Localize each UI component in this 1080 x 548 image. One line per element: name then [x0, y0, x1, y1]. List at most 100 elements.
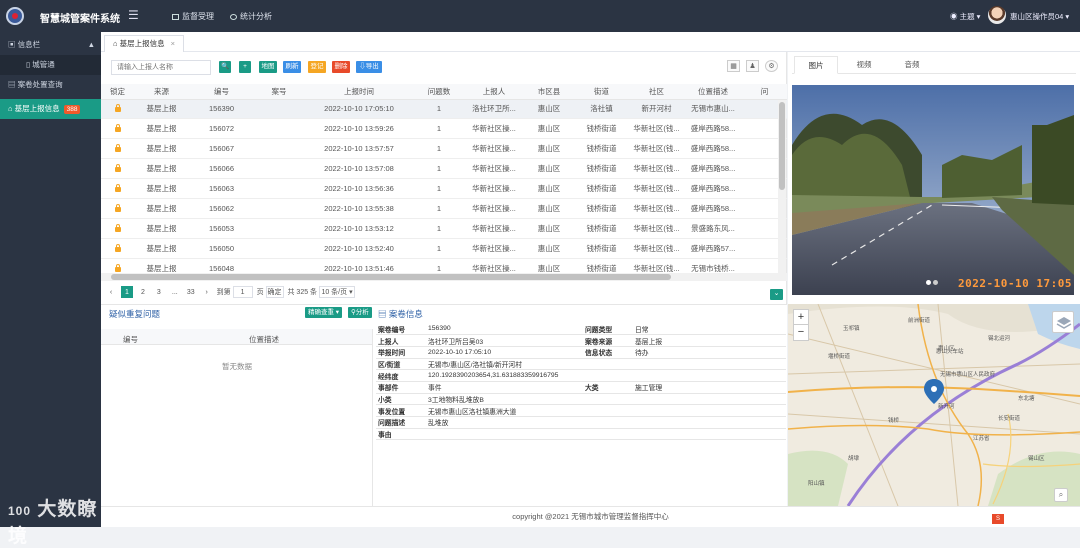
tab-image[interactable]: 图片 — [794, 56, 838, 74]
prev-page-button[interactable]: ‹ — [105, 286, 117, 298]
column-header[interactable]: 案号 — [254, 84, 304, 100]
column-header[interactable]: 上报人 — [464, 84, 524, 100]
table-cell: 惠山区 — [524, 198, 574, 219]
table-row[interactable]: 基层上报 156072 2022-10-10 13:59:26 1 华新社区操... 惠山… — [101, 118, 787, 140]
table-cell: 1 — [414, 198, 464, 219]
monitor-icon — [172, 14, 179, 20]
register-button[interactable]: 登记 — [308, 61, 326, 73]
field-value — [635, 404, 786, 417]
case-info-row: 上报人 洛社环卫所吕吴03 案卷来源 基层上报 — [376, 334, 786, 347]
page-3[interactable]: 3 — [153, 286, 165, 298]
tab-video[interactable]: 视频 — [842, 56, 886, 74]
carousel-dot[interactable] — [926, 280, 931, 285]
column-header[interactable]: 市区县 — [524, 84, 574, 100]
top-bar: 智慧城管案件系统 ☰ 监督受理 统计分析 ◉ 主题 ▾ 惠山区操作员04 ▾ — [0, 0, 1080, 32]
field-label: 案卷编号 — [376, 323, 428, 336]
layers-icon[interactable] — [1052, 311, 1074, 333]
user-icon[interactable]: ♟ — [746, 60, 759, 72]
nav-statistics[interactable]: 统计分析 — [230, 11, 272, 22]
column-header[interactable]: 编号 — [189, 84, 254, 100]
table-row[interactable]: 基层上报 156390 2022-10-10 17:05:10 1 洛社环卫所... 惠山… — [101, 99, 787, 120]
page-33[interactable]: 33 — [185, 286, 197, 298]
sidebar-item-base-report[interactable]: ⌂ 基层上报信息 388 — [0, 99, 101, 119]
zoom-in-button[interactable]: + — [794, 310, 808, 325]
scroll-thumb[interactable] — [779, 102, 785, 190]
analyze-button[interactable]: ⚲分析 — [348, 307, 372, 318]
next-page-button[interactable]: › — [201, 286, 213, 298]
search-button[interactable]: 🔍 — [219, 61, 231, 73]
table-cell: 156072 — [189, 118, 254, 140]
table-cell: 华新社区操... — [464, 118, 524, 140]
table-row[interactable]: 基层上报 156067 2022-10-10 13:57:57 1 华新社区操... 惠山… — [101, 138, 787, 160]
collapse-button[interactable]: ⌄ — [770, 289, 783, 300]
column-header[interactable]: 来源 — [134, 84, 189, 100]
table-cell — [254, 238, 304, 259]
table-cell — [254, 258, 304, 272]
scroll-thumb[interactable] — [111, 274, 671, 280]
vertical-scrollbar[interactable] — [778, 100, 786, 276]
settings-icon[interactable]: ⚙ — [765, 60, 778, 72]
search-input[interactable] — [111, 60, 211, 75]
column-header[interactable]: 街道 — [574, 84, 629, 100]
sidebar-item-chengguantong[interactable]: ▯ 城管通 — [0, 55, 101, 75]
table-cell: 新开河村 — [629, 99, 684, 120]
add-button[interactable]: + — [239, 61, 251, 73]
goto-page-input[interactable]: 1 — [232, 286, 253, 298]
column-header[interactable]: 社区 — [629, 84, 684, 100]
field-value: 事件 — [428, 381, 583, 394]
table-row[interactable]: 基层上报 156048 2022-10-10 13:51:46 1 华新社区操... 惠山… — [101, 258, 787, 272]
input-method-icon[interactable]: S — [992, 514, 1004, 524]
case-info-row: 举报时间 2022-10-10 17:05:10 信息状态 待办 — [376, 346, 786, 359]
zoom-out-button[interactable]: − — [794, 325, 808, 340]
menu-toggle-icon[interactable]: ☰ — [128, 8, 139, 22]
table-row[interactable]: 基层上报 156050 2022-10-10 13:52:40 1 华新社区操... 惠山… — [101, 238, 787, 259]
report-photo[interactable]: 2022-10-10 17:05 — [792, 85, 1074, 295]
horizontal-scrollbar[interactable] — [101, 273, 787, 281]
column-header[interactable]: 问题数 — [414, 84, 464, 100]
sidebar-item-info-bar[interactable]: ▣ 信息栏 ▲ — [0, 35, 101, 55]
table-cell: 1 — [414, 158, 464, 180]
goto-confirm-button[interactable]: 确定 — [265, 286, 284, 298]
column-header[interactable]: 位置描述 — [684, 84, 742, 100]
table-cell: 钱桥街道 — [574, 238, 629, 259]
export-button[interactable]: ⇩导出 — [356, 61, 382, 73]
refresh-button[interactable]: 刷新 — [283, 61, 301, 73]
column-header[interactable]: 问 — [742, 84, 787, 100]
tab-base-report[interactable]: ⌂ 基层上报信息 × — [104, 35, 185, 52]
table-cell: 盛岸西路58... — [684, 198, 742, 219]
close-icon[interactable]: × — [171, 39, 175, 48]
map-search-icon[interactable]: ⌕ — [1054, 488, 1068, 502]
table-row[interactable]: 基层上报 156063 2022-10-10 13:56:36 1 华新社区操... 惠山… — [101, 178, 787, 199]
copyright-text: copyright @2021 无锡市城市管理监督指挥中心 — [512, 512, 669, 521]
table-row[interactable]: 基层上报 156062 2022-10-10 13:55:38 1 华新社区操... 惠山… — [101, 198, 787, 219]
field-value — [635, 393, 786, 406]
lock-icon — [114, 263, 121, 272]
map-label: 堰桥街道 — [828, 354, 851, 360]
map-button[interactable]: 地图 — [259, 61, 277, 73]
home-icon: ⌂ — [8, 104, 13, 113]
user-dropdown[interactable]: 惠山区操作员04 ▾ — [1010, 11, 1069, 22]
column-header[interactable]: 锁定 — [101, 84, 134, 100]
duplicates-header: 编号 位置描述 — [101, 329, 372, 345]
sidebar-item-case-query[interactable]: ▤ 案卷处置查询 — [0, 75, 101, 95]
precise-check-button[interactable]: 精确查重 ▾ — [305, 307, 343, 318]
carousel-dot[interactable] — [933, 280, 938, 285]
theme-dropdown[interactable]: ◉ 主题 ▾ — [950, 11, 980, 22]
page-1[interactable]: 1 — [120, 286, 133, 298]
table-row[interactable]: 基层上报 156053 2022-10-10 13:53:12 1 华新社区操... 惠山… — [101, 218, 787, 239]
tab-strip: ⌂ 基层上报信息 × — [101, 32, 1080, 52]
case-info-row: 事部件 事件 大类 施工管理 — [376, 381, 786, 394]
avatar[interactable] — [988, 6, 1006, 24]
table-row[interactable]: 基层上报 156066 2022-10-10 13:57:08 1 华新社区操... 惠山… — [101, 158, 787, 180]
page-2[interactable]: 2 — [137, 286, 149, 298]
column-header[interactable]: 上报时间 — [304, 84, 414, 100]
delete-button[interactable]: 删除 — [332, 61, 350, 73]
grid-icon[interactable]: ▦ — [727, 60, 740, 72]
page-size-select[interactable]: 10 条/页 ▾ — [319, 286, 356, 298]
nav-supervision-accept[interactable]: 监督受理 — [172, 11, 214, 22]
field-label: 大类 — [583, 381, 635, 394]
location-map[interactable]: 惠山区 无锡市惠山区人民政府 惠山火车站 锡北运河 堰桥街道 新开河 前洲街道 玉祁镇 钱桥 东北… — [788, 304, 1080, 506]
table-cell: 2022-10-10 13:59:26 — [304, 118, 414, 140]
tab-audio[interactable]: 音频 — [890, 56, 934, 74]
field-label: 区/街道 — [376, 358, 428, 371]
